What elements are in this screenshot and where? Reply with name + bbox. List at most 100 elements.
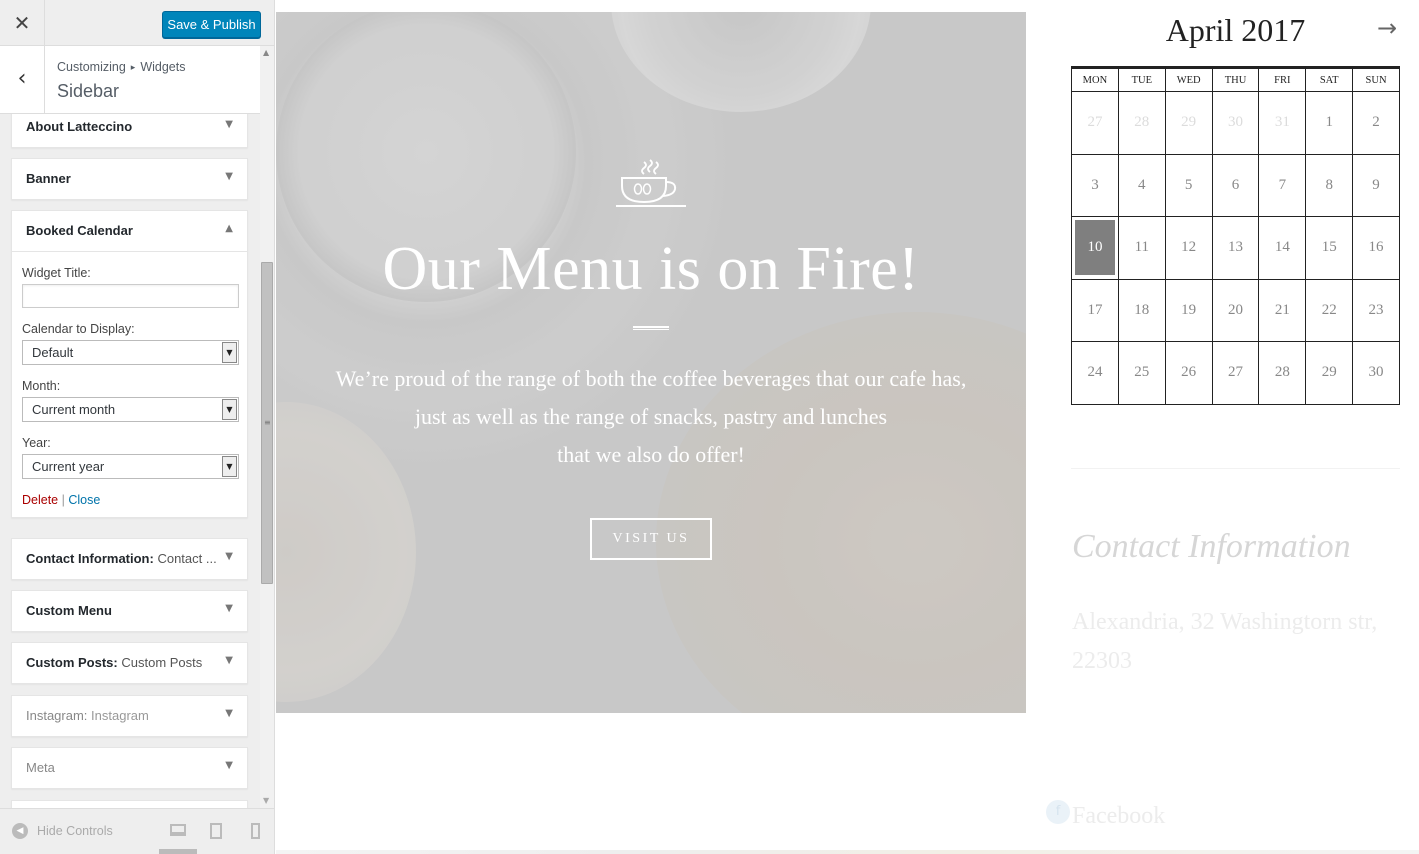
panel-scrollbar[interactable]: ▲ ≡ ▼ bbox=[260, 46, 274, 808]
calendar-day[interactable]: 20 bbox=[1211, 278, 1260, 342]
calendar-day[interactable]: 4 bbox=[1117, 153, 1166, 217]
calendar-day[interactable]: 9 bbox=[1352, 153, 1400, 217]
facebook-link[interactable]: Facebook bbox=[1072, 803, 1165, 830]
calendar-select[interactable]: Default ▼ bbox=[22, 340, 239, 365]
calendar-day[interactable]: 21 bbox=[1258, 278, 1307, 342]
chevron-down-icon[interactable]: ▼ bbox=[225, 551, 233, 562]
widget-title-label: Widget Title: bbox=[22, 266, 91, 280]
calendar-day-prev-month: 27 bbox=[1071, 91, 1119, 155]
delete-link[interactable]: Delete bbox=[22, 493, 58, 507]
close-icon: ✕ bbox=[13, 11, 31, 35]
month-select-value: Current month bbox=[32, 402, 116, 417]
footer-strip bbox=[276, 850, 1419, 854]
close-customizer-button[interactable]: ✕ bbox=[0, 0, 45, 46]
calendar-day[interactable]: 14 bbox=[1258, 216, 1307, 280]
visit-us-button[interactable]: VISIT US bbox=[590, 518, 712, 560]
widget-header[interactable]: Contact Information: Contact ... ▼ bbox=[12, 539, 247, 579]
chevron-down-icon[interactable]: ▼ bbox=[225, 655, 233, 666]
calendar-day[interactable]: 25 bbox=[1117, 341, 1166, 405]
chevron-down-icon[interactable]: ▼ bbox=[225, 119, 233, 130]
widget-header[interactable]: Instagram: Instagram ▼ bbox=[12, 696, 247, 736]
calendar-day[interactable]: 5 bbox=[1164, 153, 1213, 217]
widget-title-input[interactable] bbox=[22, 284, 239, 308]
dropdown-arrow-icon[interactable]: ▼ bbox=[222, 399, 237, 420]
chevron-down-icon[interactable]: ▼ bbox=[225, 708, 233, 719]
calendar-day[interactable]: 19 bbox=[1164, 278, 1213, 342]
widget-about-latteccino[interactable]: About Latteccino ▼ bbox=[11, 114, 248, 148]
desktop-preview-icon[interactable] bbox=[170, 824, 186, 836]
mobile-preview-icon[interactable] bbox=[251, 823, 260, 839]
widget-header[interactable]: Custom Menu ▼ bbox=[12, 591, 247, 631]
chevron-down-icon[interactable]: ▼ bbox=[225, 760, 233, 771]
calendar-day[interactable]: 16 bbox=[1352, 216, 1400, 280]
widget-contact-information[interactable]: Contact Information: Contact ... ▼ bbox=[11, 538, 248, 580]
calendar-day[interactable]: 24 bbox=[1071, 341, 1119, 405]
back-button[interactable]: ‹ bbox=[0, 46, 45, 114]
widget-header[interactable]: Booked Calendar ▲ bbox=[12, 211, 247, 251]
widget-header[interactable]: Meta ▼ bbox=[12, 748, 247, 788]
widget-next-partial[interactable] bbox=[11, 800, 248, 808]
calendar-day[interactable]: 1 bbox=[1305, 91, 1354, 155]
save-publish-button[interactable]: Save & Publish bbox=[162, 11, 261, 38]
widget-subtitle: Instagram bbox=[91, 708, 149, 723]
widget-name: Meta bbox=[26, 760, 55, 775]
address-line: 22303 bbox=[1072, 648, 1132, 674]
calendar-day-today[interactable]: 10 bbox=[1071, 216, 1119, 280]
scroll-up-icon[interactable]: ▲ bbox=[263, 48, 269, 57]
widget-header[interactable]: Custom Posts: Custom Posts ▼ bbox=[12, 643, 247, 683]
year-select[interactable]: Current year ▼ bbox=[22, 454, 239, 479]
scrollbar-thumb[interactable]: ≡ bbox=[261, 262, 273, 584]
calendar-day[interactable]: 12 bbox=[1164, 216, 1213, 280]
widget-header[interactable]: About Latteccino ▼ bbox=[12, 114, 247, 147]
close-link[interactable]: Close bbox=[68, 493, 100, 507]
calendar-day[interactable]: 26 bbox=[1164, 341, 1213, 405]
calendar-day[interactable]: 18 bbox=[1117, 278, 1166, 342]
widget-meta[interactable]: Meta ▼ bbox=[11, 747, 248, 789]
actions-separator: | bbox=[61, 493, 65, 507]
widget-name-text: Contact Information: bbox=[26, 551, 154, 566]
chevron-down-icon[interactable]: ▼ bbox=[225, 603, 233, 614]
calendar-day[interactable]: 22 bbox=[1305, 278, 1354, 342]
arrow-right-icon[interactable]: → bbox=[1377, 14, 1397, 42]
calendar-day[interactable]: 3 bbox=[1071, 153, 1119, 217]
widget-custom-posts[interactable]: Custom Posts: Custom Posts ▼ bbox=[11, 642, 248, 684]
widget-instagram[interactable]: Instagram: Instagram ▼ bbox=[11, 695, 248, 737]
calendar-day[interactable]: 30 bbox=[1352, 341, 1400, 405]
widget-name: Custom Menu bbox=[26, 603, 112, 618]
facebook-icon[interactable]: f bbox=[1046, 800, 1070, 824]
widget-name-text: Instagram: bbox=[26, 708, 88, 723]
chevron-up-icon[interactable]: ▲ bbox=[225, 223, 233, 234]
chevron-down-icon[interactable]: ▼ bbox=[225, 171, 233, 182]
calendar-week: 24 25 26 27 28 29 30 bbox=[1071, 341, 1400, 405]
calendar-day[interactable]: 17 bbox=[1071, 278, 1119, 342]
calendar-select-label: Calendar to Display: bbox=[22, 322, 135, 336]
widget-list: About Latteccino ▼ Banner ▼ Booked Calen… bbox=[0, 114, 260, 808]
calendar-day[interactable]: 29 bbox=[1305, 341, 1354, 405]
scroll-down-icon[interactable]: ▼ bbox=[263, 796, 269, 805]
widget-subtitle: Custom Posts bbox=[121, 655, 203, 670]
dropdown-arrow-icon[interactable]: ▼ bbox=[222, 342, 237, 363]
widget-header[interactable]: Banner ▼ bbox=[12, 159, 247, 199]
hide-controls-button[interactable]: Hide Controls bbox=[37, 824, 113, 838]
hero-banner: Our Menu is on Fire! We’re proud of the … bbox=[276, 12, 1026, 713]
calendar-day[interactable]: 28 bbox=[1258, 341, 1307, 405]
calendar-day[interactable]: 6 bbox=[1211, 153, 1260, 217]
contact-title: Contact Information bbox=[1072, 528, 1351, 565]
calendar-day[interactable]: 8 bbox=[1305, 153, 1354, 217]
calendar-day[interactable]: 15 bbox=[1305, 216, 1354, 280]
widget-booked-calendar[interactable]: Booked Calendar ▲ Widget Title: Calendar… bbox=[11, 210, 248, 518]
calendar-day[interactable]: 2 bbox=[1352, 91, 1400, 155]
month-select[interactable]: Current month ▼ bbox=[22, 397, 239, 422]
widget-custom-menu[interactable]: Custom Menu ▼ bbox=[11, 590, 248, 632]
calendar-day[interactable]: 11 bbox=[1117, 216, 1166, 280]
widget-banner[interactable]: Banner ▼ bbox=[11, 158, 248, 200]
dropdown-arrow-icon[interactable]: ▼ bbox=[222, 456, 237, 477]
collapse-icon[interactable]: ◀ bbox=[12, 823, 28, 839]
calendar-day[interactable]: 7 bbox=[1258, 153, 1307, 217]
tablet-preview-icon[interactable] bbox=[210, 823, 222, 839]
calendar-day[interactable]: 27 bbox=[1211, 341, 1260, 405]
widget-actions: Delete | Close bbox=[22, 493, 237, 507]
widget-name: Contact Information: Contact ... bbox=[26, 551, 217, 566]
calendar-day[interactable]: 23 bbox=[1352, 278, 1400, 342]
calendar-day[interactable]: 13 bbox=[1211, 216, 1260, 280]
